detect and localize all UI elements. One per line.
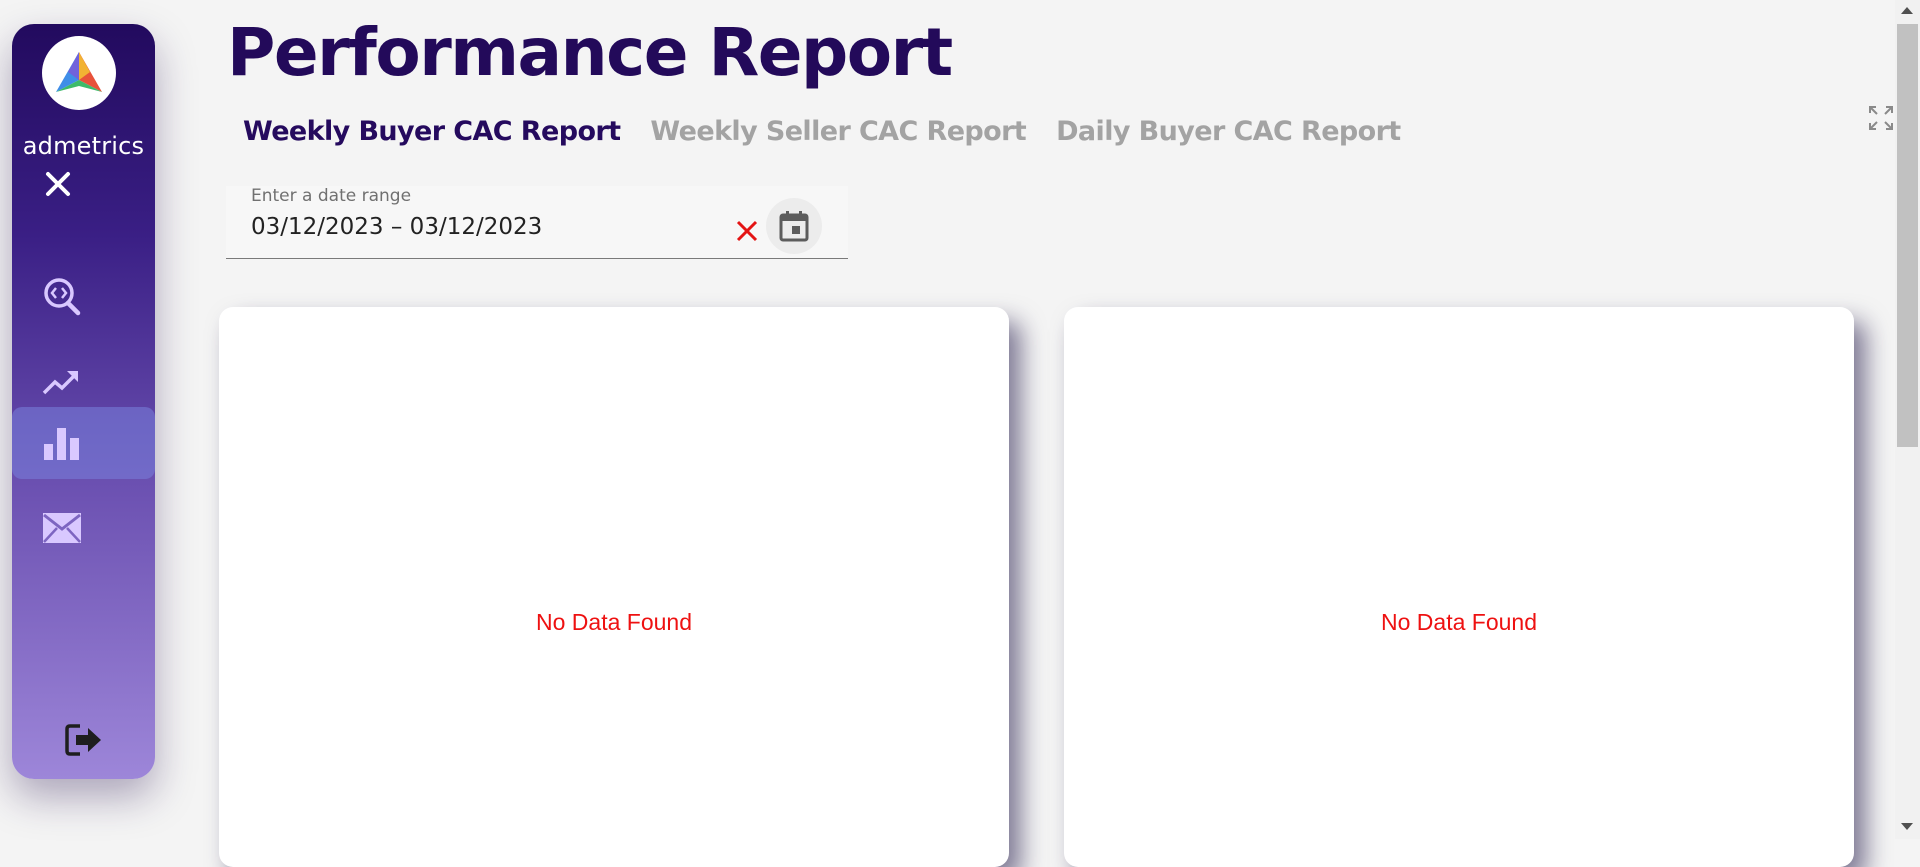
clear-date-icon[interactable] xyxy=(732,216,762,246)
code-search-icon xyxy=(44,278,81,316)
scrollbar-thumb[interactable] xyxy=(1897,24,1918,447)
sidebar: admetrics xyxy=(12,24,155,779)
date-range-field[interactable]: Enter a date range xyxy=(226,186,848,259)
logout-icon[interactable] xyxy=(64,722,104,758)
calendar-icon xyxy=(779,211,809,242)
calendar-toggle-button[interactable] xyxy=(766,198,822,254)
date-range-input[interactable] xyxy=(251,214,701,240)
tab-weekly-seller-cac[interactable]: Weekly Seller CAC Report xyxy=(650,116,1026,147)
chart-panel-right: No Data Found xyxy=(1064,307,1854,867)
sidebar-item-reports[interactable] xyxy=(12,407,155,479)
report-tabs: Weekly Buyer CAC Report Weekly Seller CA… xyxy=(243,116,1401,147)
chart-panel-left: No Data Found xyxy=(219,307,1009,867)
close-icon[interactable] xyxy=(42,168,74,200)
bar-chart-icon xyxy=(44,428,79,460)
tab-weekly-buyer-cac[interactable]: Weekly Buyer CAC Report xyxy=(243,116,621,147)
date-range-label: Enter a date range xyxy=(251,186,412,206)
page-title: Performance Report xyxy=(227,14,953,91)
no-data-message: No Data Found xyxy=(536,609,692,635)
mail-icon xyxy=(43,513,81,543)
admetrics-logo-icon xyxy=(56,52,102,92)
sidebar-item-code-search[interactable] xyxy=(12,260,155,332)
no-data-message: No Data Found xyxy=(1381,609,1537,635)
fullscreen-icon[interactable] xyxy=(1868,105,1894,131)
logo-text: admetrics xyxy=(22,132,145,160)
scroll-up-arrow-icon[interactable] xyxy=(1901,7,1913,14)
tab-daily-buyer-cac[interactable]: Daily Buyer CAC Report xyxy=(1056,116,1401,147)
logo[interactable] xyxy=(42,36,116,110)
trending-up-icon xyxy=(42,371,78,395)
scroll-down-arrow-icon[interactable] xyxy=(1901,823,1913,830)
sidebar-item-mail[interactable] xyxy=(12,492,155,564)
